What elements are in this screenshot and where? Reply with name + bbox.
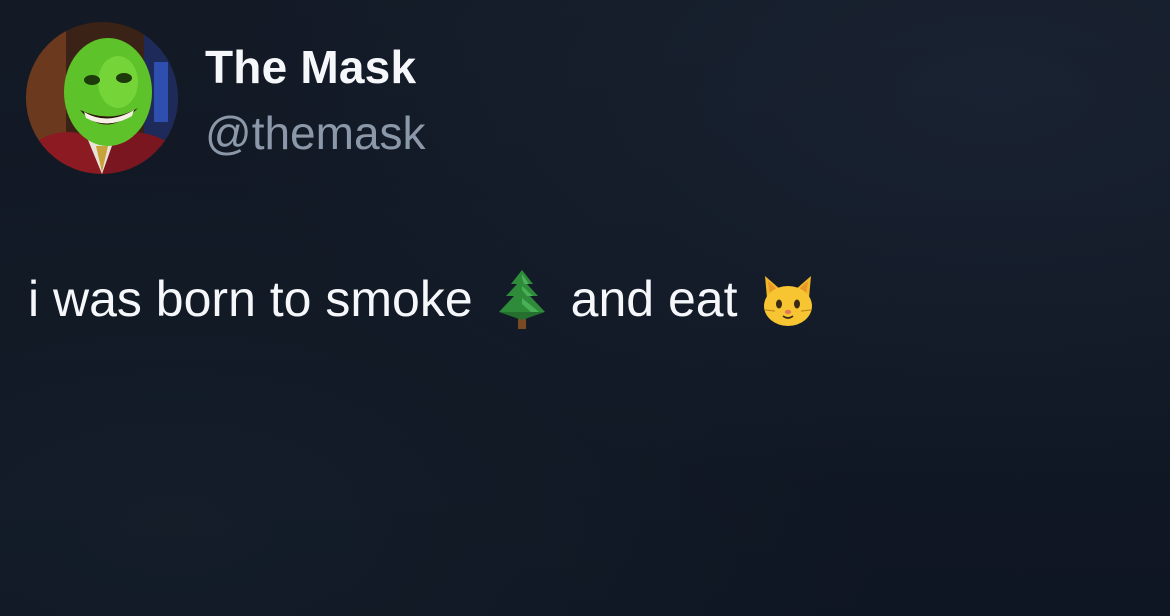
- mask-face-icon: [26, 22, 178, 174]
- tweet-card: The Mask @themask i was born to smoke an…: [0, 0, 1170, 616]
- tweet-text-part-2: and eat: [570, 271, 738, 327]
- evergreen-tree-icon: [493, 268, 551, 330]
- tweet-text: i was born to smoke and eat: [28, 268, 817, 330]
- display-name[interactable]: The Mask: [205, 40, 416, 94]
- cat-face-icon: [759, 268, 817, 330]
- tweet-text-part-1: i was born to smoke: [28, 271, 473, 327]
- user-handle[interactable]: @themask: [205, 106, 426, 160]
- avatar[interactable]: [26, 22, 178, 174]
